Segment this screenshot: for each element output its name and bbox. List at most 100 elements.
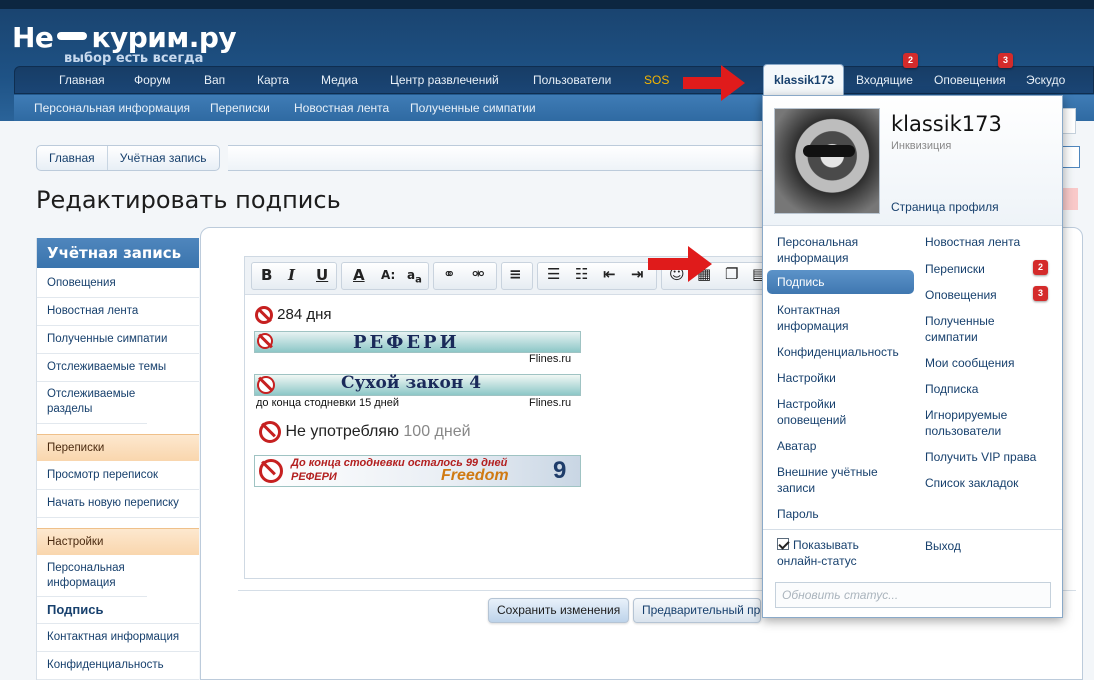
top-strip bbox=[0, 0, 1094, 9]
red-arrow-1-head bbox=[721, 65, 745, 101]
subnav-likes[interactable]: Полученные симпатии bbox=[410, 101, 536, 115]
menu-avatar[interactable]: Аватар bbox=[777, 438, 816, 454]
menu-vip[interactable]: Получить VIP права bbox=[925, 449, 1036, 465]
numbered-list-icon[interactable]: ☷ bbox=[575, 265, 588, 283]
nav-map[interactable]: Карта bbox=[257, 73, 289, 87]
align-left-icon[interactable]: ≡ bbox=[509, 265, 522, 283]
menu-subscription[interactable]: Подписка bbox=[925, 381, 978, 397]
sidebar-item-signature[interactable]: Подпись bbox=[37, 597, 199, 624]
breadcrumb: Главная Учётная запись bbox=[36, 145, 220, 171]
sidebar-item-view-conversations[interactable]: Просмотр переписок bbox=[37, 461, 199, 490]
popup-user-role: Инквизиция bbox=[891, 140, 952, 152]
logout-link[interactable]: Выход bbox=[925, 538, 961, 554]
subnav-newsfeed[interactable]: Новостная лента bbox=[294, 101, 389, 115]
font-size-icon[interactable]: A: bbox=[381, 268, 395, 282]
nav-escudo[interactable]: Эскудо bbox=[1026, 73, 1065, 87]
red-arrow-1-shaft bbox=[683, 77, 723, 89]
nav-users[interactable]: Пользователи bbox=[533, 73, 611, 87]
sig-days-text: 284 дня bbox=[277, 306, 332, 323]
menu-contact-info[interactable]: Контактная информация bbox=[777, 302, 887, 334]
no-smoking-icon bbox=[257, 333, 273, 349]
nav-entertainment[interactable]: Центр развлечений bbox=[390, 73, 499, 87]
indent-icon[interactable]: ⇥ bbox=[631, 265, 644, 283]
sig-banner-dry-law-caption: до конца стодневки 15 дней bbox=[256, 397, 399, 409]
nav-sos[interactable]: SOS bbox=[644, 73, 669, 87]
signature-editor[interactable]: B I U A A: aa ⚭ ⚮ ≡ ☰ ☷ ⇤ ⇥ ☺ ▦ ❐ ▤ 284 … bbox=[244, 256, 774, 579]
sidebar-item-privacy[interactable]: Конфиденциальность bbox=[37, 652, 199, 680]
site-logo[interactable]: Не курим.ру bbox=[12, 21, 237, 54]
breadcrumb-home[interactable]: Главная bbox=[37, 146, 107, 170]
alerts-count-badge: 3 bbox=[998, 53, 1013, 68]
menu-alert-preferences[interactable]: Настройки оповещений bbox=[777, 396, 867, 428]
menu-newsfeed[interactable]: Новостная лента bbox=[925, 234, 1020, 250]
popup-profile-header: klassik173 Инквизиция Страница профиля bbox=[763, 96, 1062, 226]
menu-privacy[interactable]: Конфиденциальность bbox=[777, 344, 899, 360]
menu-preferences[interactable]: Настройки bbox=[777, 370, 836, 386]
nav-user-tab[interactable]: klassik173 bbox=[763, 64, 844, 95]
italic-icon[interactable]: I bbox=[288, 266, 295, 284]
no-drinking-icon bbox=[257, 376, 275, 394]
menu-external-accounts[interactable]: Внешние учётные записи bbox=[777, 464, 897, 496]
sidebar-item-newsfeed[interactable]: Новостная лента bbox=[37, 298, 199, 326]
external-link-icon[interactable] bbox=[1062, 146, 1080, 168]
nav-forum[interactable]: Форум bbox=[134, 73, 170, 87]
sidebar-item-likes[interactable]: Полученные симпатии bbox=[37, 326, 199, 354]
nav-wap[interactable]: Вап bbox=[204, 73, 225, 87]
bold-icon[interactable]: B bbox=[261, 266, 272, 284]
sidebar-title[interactable]: Учётная запись bbox=[37, 238, 199, 268]
popup-username[interactable]: klassik173 bbox=[891, 112, 1002, 136]
checkbox-icon[interactable] bbox=[777, 538, 789, 550]
menu-conversations[interactable]: Переписки bbox=[925, 261, 985, 277]
unlink-icon[interactable]: ⚮ bbox=[472, 265, 485, 283]
popup-divider bbox=[763, 529, 1062, 530]
bullet-list-icon[interactable]: ☰ bbox=[547, 265, 560, 283]
search-box-edge[interactable] bbox=[1062, 108, 1076, 134]
sidebar-item-alerts[interactable]: Оповещения bbox=[37, 268, 199, 298]
menu-bookmarks[interactable]: Список закладок bbox=[925, 475, 1018, 491]
sig-not-using-line: Не употребляю 100 дней bbox=[259, 421, 471, 443]
menu-signature[interactable]: Подпись bbox=[767, 270, 914, 294]
outdent-icon[interactable]: ⇤ bbox=[603, 265, 616, 283]
status-input[interactable]: Обновить статус... bbox=[775, 582, 1051, 608]
preview-button[interactable]: Предварительный просмотр bbox=[633, 598, 761, 623]
underline-icon[interactable]: U bbox=[316, 266, 328, 284]
nav-media[interactable]: Медиа bbox=[321, 73, 358, 87]
site-tagline: выбор есть всегда bbox=[64, 51, 204, 66]
sidebar-group-conversations[interactable]: Переписки bbox=[37, 434, 199, 461]
account-sidebar: Учётная запись Оповещения Новостная лент… bbox=[36, 238, 199, 680]
sidebar-item-new-conversation[interactable]: Начать новую переписку bbox=[37, 490, 199, 518]
media-icon[interactable]: ❐ bbox=[725, 265, 738, 283]
sidebar-item-personal-info[interactable]: Персональная информация bbox=[37, 555, 147, 597]
page-title: Редактировать подпись bbox=[36, 186, 341, 214]
sig-banner-dry-law-source: Flines.ru bbox=[529, 397, 572, 409]
menu-alerts[interactable]: Оповещения bbox=[925, 287, 997, 303]
profile-page-link[interactable]: Страница профиля bbox=[891, 200, 999, 214]
sidebar-group-settings[interactable]: Настройки bbox=[37, 528, 199, 555]
avatar[interactable] bbox=[774, 108, 880, 214]
link-icon[interactable]: ⚭ bbox=[443, 265, 456, 283]
save-button[interactable]: Сохранить изменения bbox=[488, 598, 630, 623]
menu-ignored-users[interactable]: Игнорируемые пользователи bbox=[925, 407, 1025, 439]
sig-banner-freedom-word: Freedom bbox=[441, 467, 509, 484]
menu-likes[interactable]: Полученные симпатии bbox=[925, 313, 1015, 345]
nav-inbox[interactable]: Входящие bbox=[856, 73, 913, 87]
menu-my-posts[interactable]: Мои сообщения bbox=[925, 355, 1014, 371]
menu-password[interactable]: Пароль bbox=[777, 506, 819, 522]
show-online-status[interactable]: Показывать онлайн-статус bbox=[777, 537, 897, 569]
sidebar-item-watched-forums[interactable]: Отслеживаемые разделы bbox=[37, 382, 147, 424]
sig-days-line: 284 дня bbox=[255, 306, 332, 325]
subnav-conversations[interactable]: Переписки bbox=[210, 101, 270, 115]
text-color-icon[interactable]: A bbox=[353, 266, 365, 284]
cigarette-icon bbox=[57, 32, 88, 40]
menu-alerts-badge: 3 bbox=[1033, 286, 1048, 301]
sidebar-item-watched-threads[interactable]: Отслеживаемые темы bbox=[37, 354, 199, 382]
red-arrow-2-shaft bbox=[648, 258, 690, 270]
nav-home[interactable]: Главная bbox=[59, 73, 105, 87]
breadcrumb-account[interactable]: Учётная запись bbox=[106, 146, 219, 170]
subnav-personal[interactable]: Персональная информация bbox=[34, 101, 190, 115]
no-smoking-icon bbox=[255, 306, 273, 325]
sidebar-item-contact-info[interactable]: Контактная информация bbox=[37, 624, 199, 652]
menu-personal-info[interactable]: Персональная информация bbox=[777, 234, 887, 266]
nav-alerts[interactable]: Оповещения bbox=[934, 73, 1006, 87]
font-family-icon[interactable]: aa bbox=[407, 268, 422, 285]
